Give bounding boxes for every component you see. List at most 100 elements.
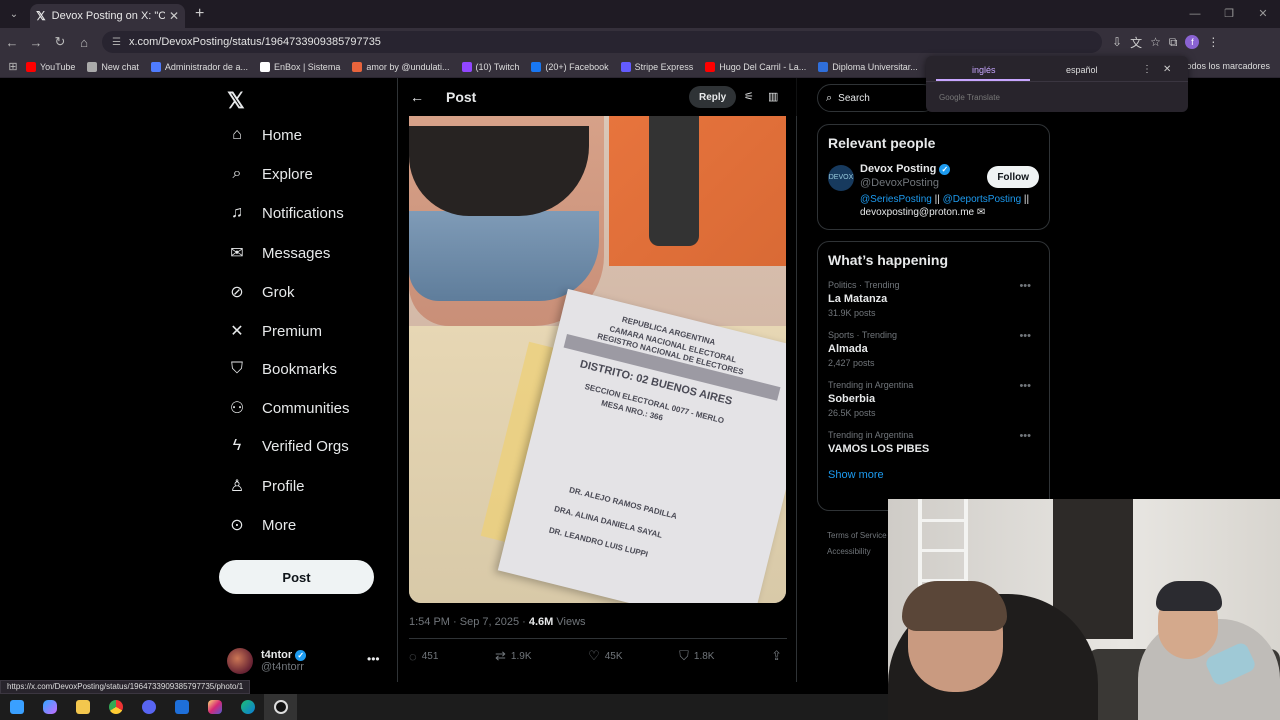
translate-source-lang[interactable]: inglés [972, 65, 996, 75]
new-tab-plus-icon[interactable]: + [195, 5, 204, 23]
back-arrow-icon[interactable]: ← [410, 89, 424, 105]
post-timestamp[interactable]: 1:54 PM · Sep 7, 2025 · [409, 616, 529, 628]
file-explorer-icon[interactable] [66, 694, 99, 720]
bookmark-item[interactable]: Hugo Del Carril - La... [705, 61, 806, 72]
share-action[interactable]: ⇪ [771, 648, 787, 664]
translate-close-icon[interactable]: ✕ [1163, 64, 1171, 75]
apps-grid-icon[interactable]: ⊞ [0, 60, 26, 73]
tab-search-chevron-icon[interactable]: ⌄ [0, 0, 28, 28]
nav-item-premium[interactable]: ✕ Premium [227, 321, 322, 341]
site-info-icon[interactable]: ☰ [112, 37, 121, 48]
bookmark-action[interactable]: ⛉ 1.8K [679, 648, 714, 664]
nav-item-home[interactable]: ⌂ Home [227, 126, 302, 144]
star-bookmark-icon[interactable]: ☆ [1150, 35, 1161, 49]
repost-action[interactable]: ⇄ 1.9K [495, 648, 531, 664]
reader-view-icon[interactable]: ▥ [768, 90, 778, 103]
search-input[interactable]: ⌕ Search [817, 84, 937, 112]
more-icon: ⊙ [230, 517, 244, 534]
window-close-icon[interactable]: ✕ [1246, 0, 1280, 28]
bookmark-item[interactable]: Administrador de a... [150, 61, 248, 72]
relevant-person[interactable]: DEVOX Devox Posting ✓ @DevoxPosting @Seri… [828, 163, 1039, 219]
bookmark-item[interactable]: YouTube [26, 61, 75, 72]
reply-button[interactable]: Reply [689, 86, 737, 108]
google-translate-brand: Google Translate [939, 93, 1000, 102]
post-photo[interactable]: REPUBLICA ARGENTINA CAMARA NACIONAL ELEC… [409, 116, 786, 603]
reload-icon[interactable]: ↻ [48, 34, 72, 50]
nav-item-profile[interactable]: ♙ Profile [227, 476, 305, 496]
bio-link-deports[interactable]: @DeportsPosting [943, 194, 1022, 205]
nav-item-verified-orgs[interactable]: ϟ Verified Orgs [227, 437, 349, 455]
post-actions: ◌ 451 ⇄ 1.9K ♡ 45K ⛉ 1.8K ⇪ [409, 648, 787, 664]
home-browser-icon[interactable]: ⌂ [72, 35, 96, 50]
bio-link-series[interactable]: @SeriesPosting [860, 194, 932, 205]
minimize-icon[interactable]: — [1178, 0, 1212, 28]
forward-icon[interactable]: → [24, 35, 48, 50]
trend-name: Almada [828, 343, 868, 355]
x-logo-icon[interactable]: 𝕏 [227, 88, 245, 114]
extensions-icon[interactable]: ⧉ [1169, 35, 1178, 50]
browser-menu-icon[interactable]: ⋮ [1207, 35, 1219, 49]
instagram-icon[interactable] [198, 694, 231, 720]
trend-item[interactable]: Sports · Trending Almada 2,427 posts ••• [828, 330, 1039, 368]
translate-options-icon[interactable]: ⋮ [1142, 64, 1152, 75]
discord-icon[interactable] [132, 694, 165, 720]
webcam-overlay [888, 499, 1280, 720]
trend-more-icon[interactable]: ••• [1019, 430, 1031, 442]
bookmark-item[interactable]: Diploma Universitar... [818, 61, 918, 72]
copilot-icon[interactable] [33, 694, 66, 720]
nav-item-explore[interactable]: ⌕ Explore [227, 165, 313, 183]
show-more-link[interactable]: Show more [828, 469, 1039, 481]
trend-more-icon[interactable]: ••• [1019, 280, 1031, 292]
profile-avatar-icon[interactable]: f [1185, 35, 1200, 49]
person-bio: @SeriesPosting || @DeportsPosting || dev… [860, 193, 1035, 219]
tab-close-icon[interactable]: ✕ [169, 9, 179, 23]
bookmark-item[interactable]: New chat [87, 61, 139, 72]
all-bookmarks-link[interactable]: Todos los marcadores [1182, 61, 1270, 71]
obs-icon[interactable] [264, 694, 297, 720]
trend-more-icon[interactable]: ••• [1019, 380, 1031, 392]
filter-icon[interactable]: ⚟ [744, 90, 754, 103]
post-column: ← Post Reply ⚟ ▥ REPUBLICA ARGENTINA CAM… [397, 78, 798, 682]
nav-item-more[interactable]: ⊙ More [227, 515, 296, 535]
accessibility-link[interactable]: Accessibility [827, 544, 887, 560]
browser-tab-active[interactable]: 𝕏 Devox Posting on X: "Cuenta co ✕ [30, 4, 185, 28]
trend-item[interactable]: Trending in Argentina VAMOS LOS PIBES ••• [828, 430, 1039, 455]
comment-icon: ◌ [409, 648, 417, 664]
compose-post-button[interactable]: Post [219, 560, 374, 594]
bookmark-item[interactable]: Stripe Express [620, 61, 693, 72]
bookmark-item[interactable]: EnBox | Sistema [259, 61, 340, 72]
maximize-icon[interactable]: ❐ [1212, 0, 1246, 28]
nav-item-communities[interactable]: ⚇ Communities [227, 398, 350, 418]
url-field[interactable]: ☰ x.com/DevoxPosting/status/196473390938… [102, 31, 1102, 53]
terms-link[interactable]: Terms of Service [827, 528, 887, 544]
trend-item[interactable]: Trending in Argentina Soberbia 26.5K posts… [828, 380, 1039, 418]
edge-icon[interactable] [231, 694, 264, 720]
account-more-icon[interactable]: ••• [367, 652, 380, 666]
lightning-icon: ϟ [232, 437, 242, 454]
follow-button[interactable]: Follow [987, 166, 1039, 188]
home-icon: ⌂ [232, 126, 242, 143]
account-switcher[interactable]: t4ntor ✓ @t4ntorr ••• [227, 648, 380, 674]
nav-item-notifications[interactable]: ♫ Notifications [227, 204, 344, 222]
nav-item-label: Messages [262, 244, 331, 262]
like-action[interactable]: ♡ 45K [588, 648, 622, 664]
windows-start-icon[interactable] [0, 694, 33, 720]
trend-more-icon[interactable]: ••• [1019, 330, 1031, 342]
translate-target-lang[interactable]: español [1066, 65, 1098, 75]
nav-item-messages[interactable]: ✉ Messages [227, 243, 330, 263]
bookmark-item[interactable]: (20+) Facebook [531, 61, 609, 72]
chrome-icon[interactable] [99, 694, 132, 720]
back-icon[interactable]: ← [0, 35, 24, 50]
nav-item-grok[interactable]: ⊘ Grok [227, 282, 294, 302]
trend-item[interactable]: Politics · Trending La Matanza 31.9K posts… [828, 280, 1039, 318]
install-app-icon[interactable]: ⇩ [1112, 35, 1122, 49]
editor-icon[interactable] [165, 694, 198, 720]
bookmark-item[interactable]: (10) Twitch [461, 61, 519, 72]
webcam-person-left-hair [902, 581, 1007, 631]
nav-item-bookmarks[interactable]: ⛉ Bookmarks [227, 360, 337, 378]
search-placeholder: Search [838, 92, 870, 104]
bookmark-item[interactable]: amor by @undulati... [352, 61, 450, 72]
translate-icon[interactable]: 文 [1130, 34, 1142, 51]
nav-item-label: More [262, 516, 297, 534]
reply-action[interactable]: ◌ 451 [409, 648, 438, 664]
